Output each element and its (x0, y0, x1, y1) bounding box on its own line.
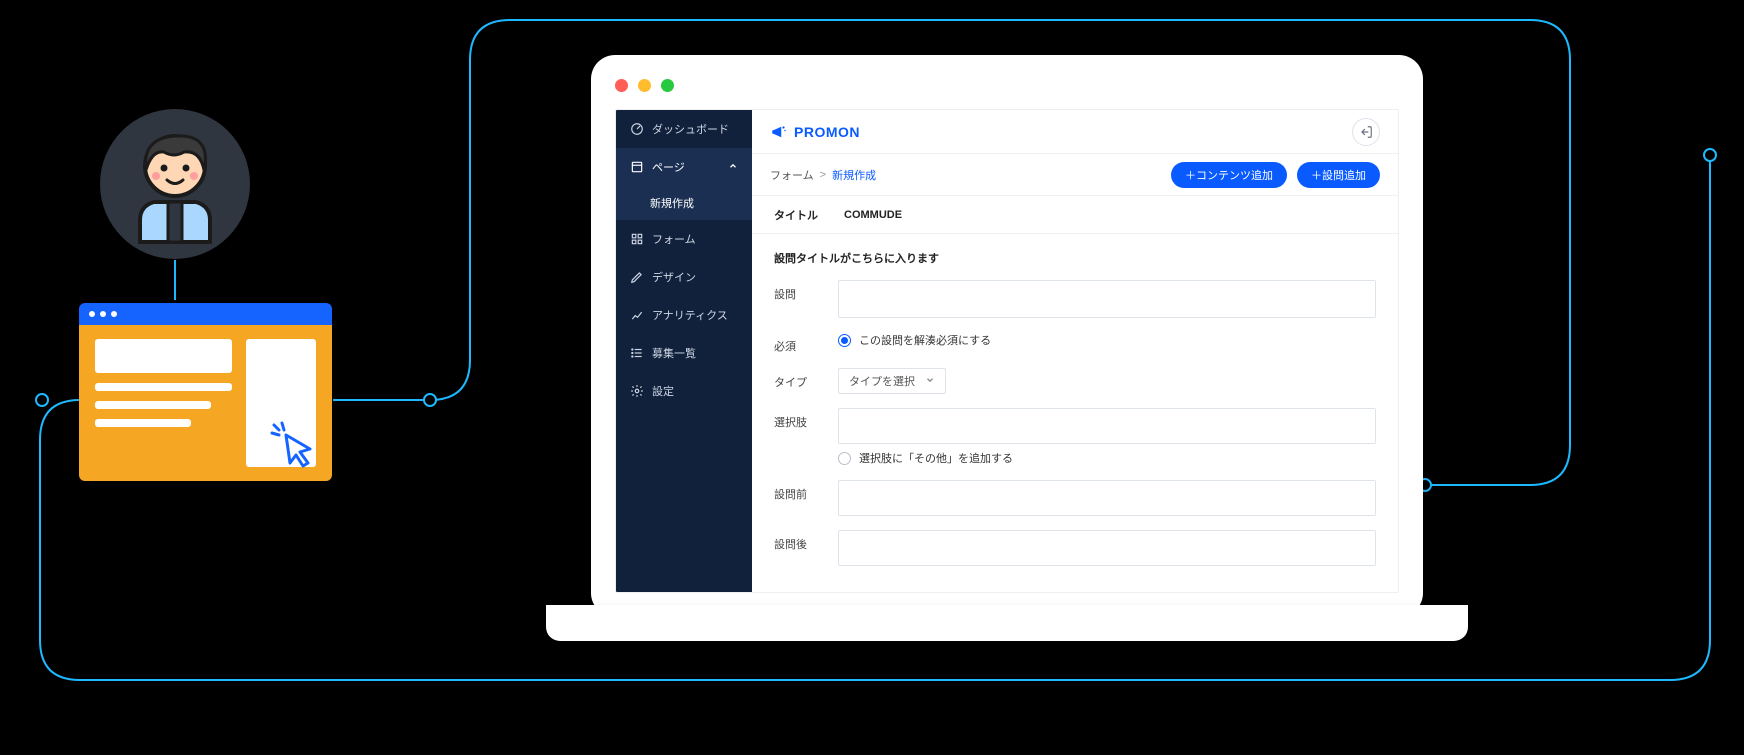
choices-other-toggle[interactable]: 選択肢に「その他」を追加する (838, 450, 1376, 466)
pen-icon (630, 270, 644, 284)
add-content-button[interactable]: ＋コンテンツ追加 (1171, 162, 1287, 188)
section-heading: 設問タイトルがこちらに入ります (774, 250, 1376, 266)
wire-node (423, 393, 437, 407)
form-content: 設問タイトルがこちらに入ります 設問 必須 この設問を解湊必須にする タイプ (752, 234, 1398, 592)
required-text: この設問を解湊必須にする (859, 332, 991, 348)
sidebar-subitem-new[interactable]: 新規作成 (616, 186, 752, 220)
label-question: 設問 (774, 280, 838, 302)
sidebar-label: アナリティクス (652, 307, 728, 323)
sidebar-item-dashboard[interactable]: ダッシュボード (616, 110, 752, 148)
close-dot (615, 79, 628, 92)
sidebar-label: ページ (652, 159, 685, 175)
breadcrumb-root[interactable]: フォーム (770, 167, 814, 183)
title-value: COMMUDE (844, 209, 902, 221)
label-before: 設問前 (774, 480, 838, 502)
chart-icon (630, 308, 644, 322)
label-type: タイプ (774, 368, 838, 390)
sidebar-label: デザイン (652, 269, 696, 285)
wire-node (1703, 148, 1717, 162)
wire-node (35, 393, 49, 407)
breadcrumb-current: 新規作成 (832, 167, 876, 183)
logout-button[interactable] (1352, 118, 1380, 146)
sidebar-item-design[interactable]: デザイン (616, 258, 752, 296)
gauge-icon (630, 122, 644, 136)
sidebar-label: ダッシュボード (652, 121, 729, 137)
minimize-dot (638, 79, 651, 92)
logout-icon (1359, 125, 1373, 139)
topbar: PROMON (752, 110, 1398, 154)
label-required: 必須 (774, 332, 838, 354)
add-question-button[interactable]: ＋設問追加 (1297, 162, 1380, 188)
brand: PROMON (770, 123, 860, 141)
grid-icon (630, 232, 644, 246)
zoom-dot (661, 79, 674, 92)
title-bar: タイトル COMMUDE (752, 196, 1398, 234)
sidebar-item-recruit[interactable]: 募集一覧 (616, 334, 752, 372)
type-select[interactable]: タイプを選択 (838, 368, 946, 394)
app-window: ダッシュボード ページ 新規作成 フォーム (615, 109, 1399, 593)
choices-input[interactable] (838, 408, 1376, 444)
required-toggle[interactable]: この設問を解湊必須にする (838, 332, 1376, 348)
sidebar-item-form[interactable]: フォーム (616, 220, 752, 258)
type-select-value: タイプを選択 (849, 373, 915, 389)
before-input[interactable] (838, 480, 1376, 516)
page-icon (630, 160, 644, 174)
sidebar-label: フォーム (652, 231, 696, 247)
gear-icon (630, 384, 644, 398)
webpage-illustration (79, 303, 332, 481)
main-area: PROMON フォーム > 新規作成 ＋コンテンツ追加 ＋設問追加 タイトル C… (752, 110, 1398, 592)
list-icon (630, 346, 644, 360)
laptop-base (546, 605, 1468, 641)
window-traffic-lights (615, 79, 674, 92)
chevron-down-icon (925, 375, 935, 388)
chevron-up-icon (728, 161, 738, 174)
user-avatar-illustration (100, 109, 250, 259)
label-after: 設問後 (774, 530, 838, 552)
sidebar-item-page[interactable]: ページ (616, 148, 752, 186)
label-choices: 選択肢 (774, 408, 838, 430)
sidebar-item-settings[interactable]: 設定 (616, 372, 752, 410)
subbar: フォーム > 新規作成 ＋コンテンツ追加 ＋設問追加 (752, 154, 1398, 196)
radio-empty-icon (838, 452, 851, 465)
laptop-frame: ダッシュボード ページ 新規作成 フォーム (591, 55, 1423, 617)
sidebar-item-analytics[interactable]: アナリティクス (616, 296, 752, 334)
sidebar-label: 募集一覧 (652, 345, 696, 361)
question-input[interactable] (838, 280, 1376, 318)
title-label: タイトル (774, 207, 818, 223)
choices-other-text: 選択肢に「その他」を追加する (859, 450, 1013, 466)
after-input[interactable] (838, 530, 1376, 566)
brand-name: PROMON (794, 124, 860, 140)
sidebar: ダッシュボード ページ 新規作成 フォーム (616, 110, 752, 592)
breadcrumb-sep: > (820, 169, 826, 181)
cursor-click-icon (268, 419, 322, 473)
megaphone-icon (770, 123, 788, 141)
sidebar-label: 設定 (652, 383, 674, 399)
radio-filled-icon (838, 334, 851, 347)
